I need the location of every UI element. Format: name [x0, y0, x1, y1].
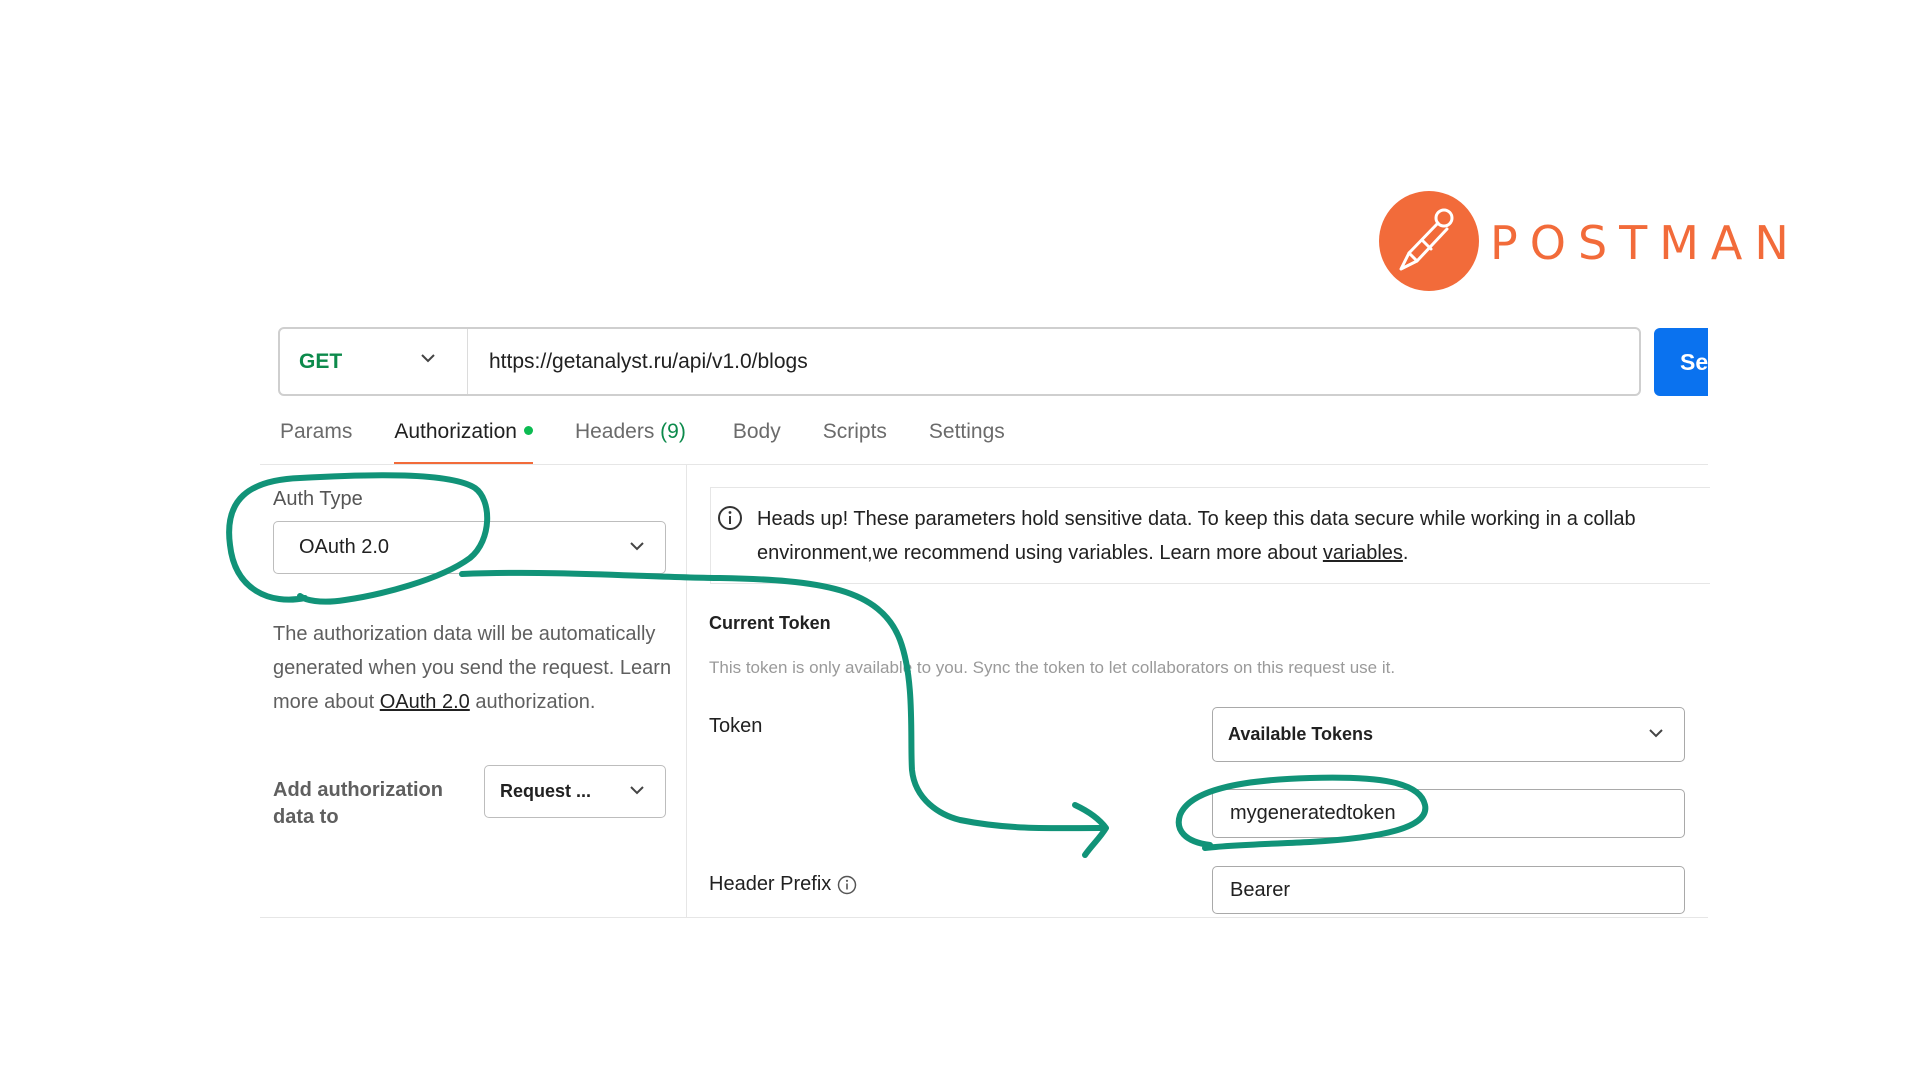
- auth-type-label: Auth Type: [273, 488, 363, 510]
- current-token-title: Current Token: [709, 613, 831, 633]
- token-note: This token is only available to you. Syn…: [709, 658, 1396, 677]
- notice-line-1: Heads up! These parameters hold sensitiv…: [757, 508, 1636, 530]
- postman-logo-icon: [1379, 191, 1479, 291]
- method-label: GET: [299, 349, 343, 373]
- add-auth-to-select[interactable]: Request ...: [484, 765, 666, 818]
- tab-label: Scripts: [822, 420, 887, 443]
- auth-type-value: OAuth 2.0: [299, 536, 390, 558]
- tab-authorization[interactable]: Authorization: [394, 420, 533, 464]
- available-tokens-label: Available Tokens: [1228, 724, 1374, 744]
- tab-scripts[interactable]: Scripts: [823, 420, 887, 464]
- postman-screenshot: POSTMAN GET https://getanalyst.ru/api/v1…: [0, 0, 1920, 1080]
- auth-description-suffix: authorization.: [469, 691, 596, 713]
- tab-label: Settings: [928, 420, 1005, 443]
- sensitive-data-notice: Heads up! These parameters hold sensitiv…: [710, 487, 1710, 584]
- tab-count: (9): [660, 420, 686, 443]
- header-prefix-input[interactable]: Bearer: [1212, 866, 1685, 914]
- chevron-down-icon: [630, 786, 644, 795]
- panel-divider: [686, 465, 687, 918]
- send-button[interactable]: Send: [1654, 328, 1708, 396]
- tab-label: Body: [732, 420, 781, 443]
- chevron-down-icon: [1649, 729, 1663, 738]
- notice-line-2: environment,we recommend using variables…: [757, 536, 1710, 570]
- oauth-link[interactable]: OAuth 2.0: [380, 691, 470, 713]
- tab-params[interactable]: Params: [280, 420, 352, 464]
- arrow-head: [1072, 802, 1109, 858]
- postman-logo-text: POSTMAN: [1490, 216, 1801, 270]
- chevron-down-icon: [630, 542, 644, 551]
- add-auth-to-value: Request ...: [500, 781, 592, 801]
- tab-label: Authorization: [394, 420, 517, 443]
- info-icon: [718, 506, 742, 530]
- tab-label: Params: [280, 420, 353, 443]
- notice-line-2-text: environment,we recommend using variables…: [757, 542, 1323, 564]
- chevron-down-icon: [421, 354, 435, 363]
- notice-line-2-suffix: .: [1402, 542, 1409, 564]
- variables-link[interactable]: variables: [1323, 542, 1403, 564]
- token-input[interactable]: mygeneratedtoken: [1212, 789, 1685, 838]
- tab-body[interactable]: Body: [733, 420, 781, 464]
- tabs-divider: [260, 464, 1708, 465]
- tab-label: Headers: [574, 420, 655, 443]
- token-label: Token: [709, 715, 763, 737]
- notice-text: Heads up! These parameters hold sensitiv…: [757, 502, 1710, 570]
- auth-type-select[interactable]: OAuth 2.0: [273, 521, 666, 574]
- tab-settings[interactable]: Settings: [929, 420, 1005, 464]
- available-tokens-select[interactable]: Available Tokens: [1212, 707, 1685, 762]
- auth-description: The authorization data will be automatic…: [273, 617, 673, 719]
- request-url-bar: GET https://getanalyst.ru/api/v1.0/blogs: [278, 327, 1641, 396]
- header-prefix-text: Header Prefix: [709, 873, 832, 895]
- header-prefix-label: Header Prefix: [709, 873, 857, 896]
- request-tabs: Params Authorization Headers (9) Body Sc…: [280, 420, 1005, 464]
- info-icon: [838, 875, 857, 894]
- bottom-divider: [260, 917, 1708, 918]
- url-input[interactable]: https://getanalyst.ru/api/v1.0/blogs: [468, 350, 808, 374]
- tab-headers[interactable]: Headers (9): [575, 420, 686, 464]
- method-select[interactable]: GET: [280, 329, 468, 394]
- active-dot-icon: [523, 426, 533, 435]
- add-auth-to-label: Add authorization data to: [273, 779, 443, 828]
